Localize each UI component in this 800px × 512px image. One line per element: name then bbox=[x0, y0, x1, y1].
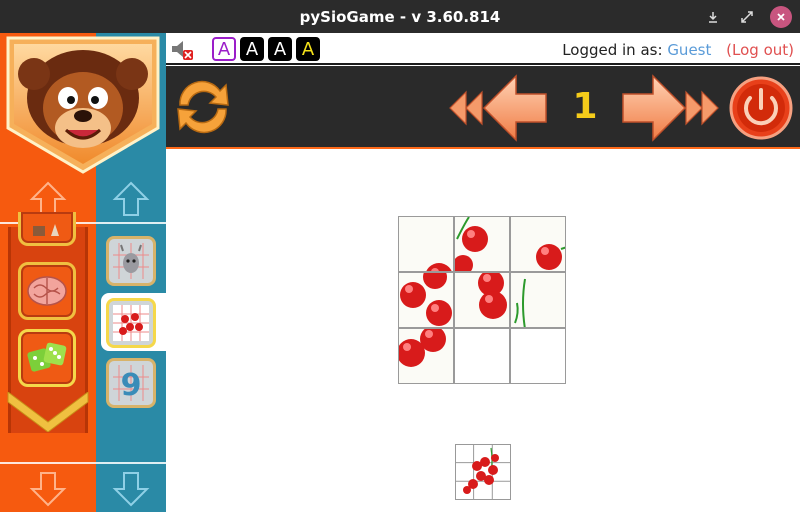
goat-puzzle-icon bbox=[113, 243, 149, 279]
fast-back-icon bbox=[449, 90, 483, 126]
mascot-logo[interactable] bbox=[4, 36, 162, 176]
dice-icon bbox=[27, 342, 67, 372]
cherries-puzzle-icon bbox=[113, 305, 149, 341]
first-level-button[interactable] bbox=[448, 90, 484, 126]
font-color-button[interactable]: A bbox=[212, 37, 236, 61]
next-level-button[interactable] bbox=[621, 74, 687, 142]
empty-slot[interactable] bbox=[510, 328, 566, 384]
puzzle-tile[interactable] bbox=[510, 216, 566, 272]
window-titlebar: pySioGame - v 3.60.814 bbox=[0, 0, 800, 33]
number-nine-icon: 9 bbox=[113, 365, 149, 401]
logout-link[interactable]: (Log out) bbox=[726, 41, 794, 59]
window-controls bbox=[702, 0, 792, 33]
game-goat-puzzle[interactable] bbox=[106, 236, 156, 286]
puzzle-tile[interactable] bbox=[454, 216, 510, 272]
games-scroll-down-button[interactable] bbox=[96, 466, 166, 512]
info-bar: A A A A Logged in as: Guest (Log out) bbox=[166, 33, 800, 65]
back-arrow-icon bbox=[482, 74, 547, 142]
empty-slot[interactable] bbox=[454, 328, 510, 384]
window-title: pySioGame - v 3.60.814 bbox=[299, 7, 501, 26]
login-prefix: Logged in as: bbox=[562, 41, 663, 59]
close-icon[interactable] bbox=[770, 5, 792, 28]
games-scroll-up-button[interactable] bbox=[96, 176, 166, 222]
speaker-muted-icon[interactable] bbox=[170, 39, 194, 61]
arrow-down-icon bbox=[29, 472, 67, 507]
reload-icon bbox=[177, 80, 229, 134]
puzzle-tile[interactable] bbox=[454, 272, 510, 328]
arrow-up-icon bbox=[112, 181, 150, 216]
fast-forward-icon bbox=[685, 90, 719, 126]
solution-preview bbox=[455, 444, 511, 500]
svg-text:9: 9 bbox=[121, 368, 142, 401]
ribbon-tail bbox=[7, 392, 89, 432]
brain-icon bbox=[27, 276, 67, 306]
previous-level-button[interactable] bbox=[482, 74, 548, 142]
divider bbox=[0, 462, 166, 464]
forward-arrow-icon bbox=[622, 74, 687, 142]
last-level-button[interactable] bbox=[684, 90, 720, 126]
puzzle-tile[interactable] bbox=[398, 216, 454, 272]
power-icon bbox=[729, 76, 793, 140]
login-status: Logged in as: Guest (Log out) bbox=[562, 41, 794, 59]
category-brain[interactable] bbox=[18, 262, 76, 320]
puzzle-tile[interactable] bbox=[510, 272, 566, 328]
font-color-button[interactable]: A bbox=[268, 37, 292, 61]
game-cherries-puzzle[interactable] bbox=[106, 298, 156, 348]
puzzle-tile[interactable] bbox=[398, 272, 454, 328]
user-link[interactable]: Guest bbox=[667, 41, 711, 59]
level-number: 1 bbox=[572, 85, 598, 127]
category-chess[interactable] bbox=[18, 212, 76, 246]
chess-icon bbox=[33, 223, 59, 236]
reload-button[interactable] bbox=[168, 75, 238, 139]
arrow-down-icon bbox=[112, 472, 150, 507]
font-color-button[interactable]: A bbox=[240, 37, 264, 61]
font-color-button[interactable]: A bbox=[296, 37, 320, 61]
puzzle-tile[interactable] bbox=[398, 328, 454, 384]
game-toolbar: 1 bbox=[166, 66, 800, 149]
categories-scroll-down-button[interactable] bbox=[0, 466, 96, 512]
puzzle-board bbox=[398, 216, 568, 386]
minimize-icon[interactable] bbox=[702, 6, 724, 28]
category-dice[interactable] bbox=[18, 329, 76, 387]
quit-button[interactable] bbox=[728, 76, 794, 140]
maximize-icon[interactable] bbox=[736, 6, 758, 28]
game-number-nine[interactable]: 9 bbox=[106, 358, 156, 408]
